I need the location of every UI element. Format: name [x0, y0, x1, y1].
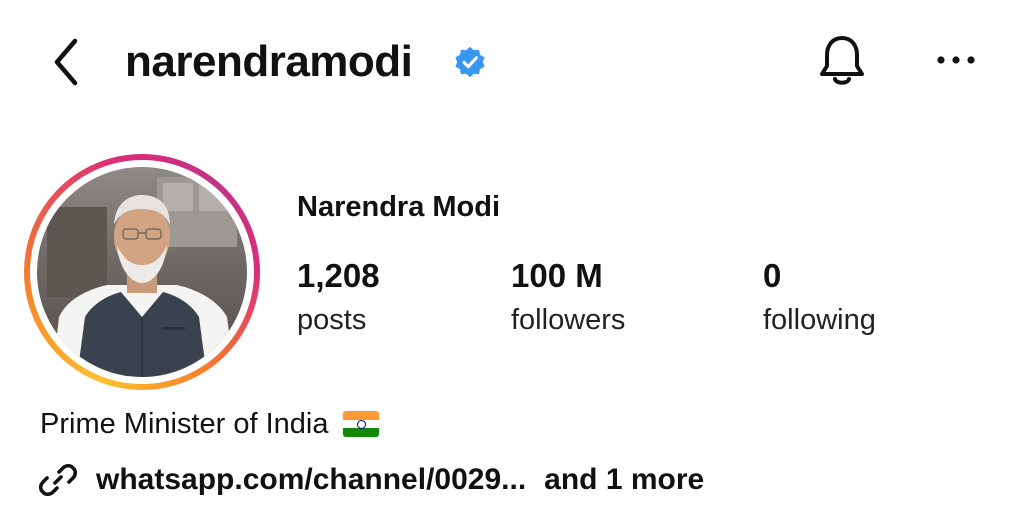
profile-full-name: Narendra Modi: [297, 191, 501, 223]
profile-username: narendramodi: [125, 37, 413, 86]
bio-text: Prime Minister of India: [40, 408, 329, 440]
posts-count: 1,208: [297, 257, 380, 294]
india-flag-icon: [342, 411, 379, 437]
profile-avatar-story-ring[interactable]: [24, 154, 260, 390]
profile-photo: [47, 177, 237, 377]
more-horizontal-icon: [937, 56, 975, 64]
followers-label: followers: [511, 304, 626, 336]
posts-label: posts: [297, 304, 367, 336]
more-links-button[interactable]: and 1 more: [544, 460, 704, 500]
bell-icon: [820, 36, 864, 85]
back-button[interactable]: [40, 34, 92, 90]
profile-links-row: whatsapp.com/channel/0029... and 1 more: [38, 458, 704, 502]
verified-badge-icon: [455, 46, 485, 78]
stat-following[interactable]: 0 following: [763, 256, 876, 338]
notifications-button[interactable]: [812, 30, 872, 92]
external-link[interactable]: whatsapp.com/channel/0029...: [96, 460, 526, 500]
avatar: [37, 167, 247, 377]
link-icon: [38, 463, 78, 497]
more-options-button[interactable]: [930, 42, 982, 78]
profile-bio: Prime Minister of India: [40, 404, 379, 444]
stat-followers[interactable]: 100 M followers: [511, 256, 625, 338]
following-count: 0: [763, 257, 782, 294]
chevron-left-icon: [54, 38, 78, 86]
stat-posts: 1,208 posts: [297, 256, 380, 338]
following-label: following: [763, 304, 876, 336]
followers-count: 100 M: [511, 257, 603, 294]
